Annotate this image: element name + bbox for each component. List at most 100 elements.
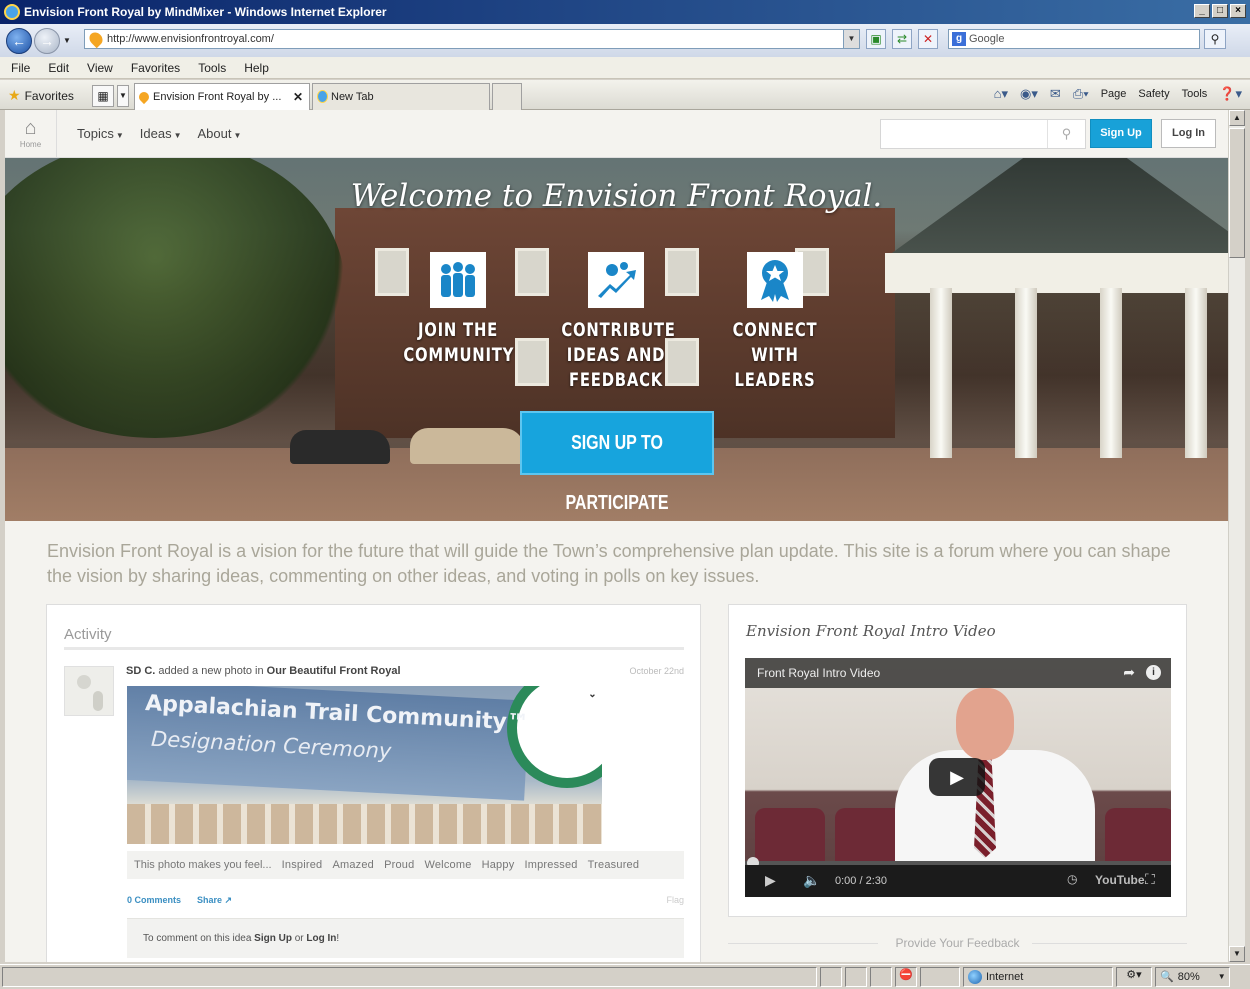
globe-icon	[968, 970, 982, 984]
feel-proud[interactable]: Proud	[384, 859, 414, 871]
favorites-label: Favorites	[24, 88, 74, 103]
activity-topic-link[interactable]: Our Beautiful Front Royal	[267, 665, 401, 677]
refresh-icon[interactable]: ⇄	[892, 29, 912, 49]
comment-prompt-text: To comment on this idea	[143, 933, 252, 944]
address-toolbar: ← → ▼ http://www.envisionfrontroyal.com/…	[0, 24, 1250, 57]
hero-car	[290, 430, 390, 464]
tab-label: Envision Front Royal by ...	[153, 91, 282, 103]
search-go-icon[interactable]: ⚲	[1204, 29, 1226, 49]
activity-user[interactable]: SD C.	[126, 665, 155, 677]
maximize-button[interactable]: □	[1212, 4, 1228, 18]
menu-favorites[interactable]: Favorites	[124, 61, 187, 75]
mail-icon[interactable]: ✉	[1050, 86, 1061, 102]
back-button[interactable]: ←	[6, 27, 32, 54]
scroll-down-icon[interactable]: ▼	[1229, 946, 1245, 962]
feel-welcome[interactable]: Welcome	[424, 859, 471, 871]
pillar-connect: CONNECT WITH LEADERS	[705, 252, 845, 393]
pin-favicon-icon	[136, 89, 152, 105]
feeds-icon[interactable]: ◉▾	[1020, 86, 1038, 102]
avatar[interactable]	[64, 666, 114, 716]
tab-envision[interactable]: Envision Front Royal by ... ✕	[134, 83, 310, 110]
flag-link[interactable]: Flag	[666, 895, 684, 905]
url-dropdown-icon[interactable]: ▼	[843, 30, 859, 48]
search-icon[interactable]: ⚲	[1047, 120, 1085, 148]
site-search-input[interactable]: ⚲	[880, 119, 1086, 149]
security-zone[interactable]: Internet	[963, 967, 1113, 987]
nav-ideas[interactable]: Ideas ▼	[140, 126, 182, 141]
signup-button[interactable]: Sign Up	[1090, 119, 1152, 148]
activity-photo[interactable]: Appalachian Trail Community™ Designation…	[127, 686, 602, 844]
compatibility-icon[interactable]: ▣	[866, 29, 886, 49]
feel-inspired[interactable]: Inspired	[282, 859, 323, 871]
video-title[interactable]: Front Royal Intro Video	[757, 666, 880, 680]
share-icon[interactable]: ➦	[1123, 664, 1135, 681]
tools-menu[interactable]: Tools	[1182, 88, 1208, 100]
share-link[interactable]: Share ↗	[197, 895, 232, 906]
menu-help[interactable]: Help	[237, 61, 276, 75]
minimize-button[interactable]: _	[1194, 4, 1210, 18]
print-icon[interactable]: ⎙▾	[1073, 86, 1089, 102]
status-cell	[870, 967, 892, 987]
forward-button[interactable]: →	[34, 27, 60, 54]
nav-topics[interactable]: Topics ▼	[77, 126, 124, 141]
menu-tools[interactable]: Tools	[191, 61, 233, 75]
url-field[interactable]: http://www.envisionfrontroyal.com/ ▼	[84, 29, 860, 49]
status-cell	[845, 967, 867, 987]
home-icon[interactable]: ⌂▾	[994, 86, 1008, 102]
help-icon[interactable]: ❓▾	[1219, 86, 1242, 102]
scrollbar-thumb[interactable]	[1229, 128, 1245, 258]
status-cell	[820, 967, 842, 987]
chevron-down-icon: ▼	[173, 131, 182, 140]
fullscreen-icon[interactable]: ⛶	[1145, 871, 1155, 888]
scroll-up-icon[interactable]: ▲	[1229, 110, 1245, 126]
comment-end: !	[336, 933, 340, 944]
info-icon[interactable]: i	[1146, 665, 1161, 680]
safety-menu[interactable]: Safety	[1138, 88, 1169, 100]
protected-mode-icon[interactable]: ⚙▾	[1116, 967, 1152, 987]
feel-treasured[interactable]: Treasured	[588, 859, 640, 871]
zoom-dropdown-icon[interactable]: ▼	[1218, 968, 1226, 986]
history-dropdown-icon[interactable]: ▼	[63, 36, 71, 45]
feel-happy[interactable]: Happy	[482, 859, 515, 871]
menu-file[interactable]: File	[4, 61, 37, 75]
tab-new[interactable]: New Tab	[312, 83, 490, 110]
zoom-level: 80%	[1177, 971, 1200, 983]
pillar-join: JOIN THE COMMUNITY	[388, 252, 528, 368]
quick-tabs-icon[interactable]: ▦	[92, 85, 114, 107]
popup-blocked-icon[interactable]: ⛔	[895, 967, 917, 987]
page-menu[interactable]: Page	[1101, 88, 1127, 100]
comments-link[interactable]: 0 Comments	[127, 895, 181, 906]
command-bar: ⌂▾ ◉▾ ✉ ⎙▾ Page Safety Tools ❓▾	[994, 86, 1242, 102]
activity-item-summary: SD C. added a new photo in Our Beautiful…	[126, 665, 401, 677]
youtube-logo[interactable]: YouTube	[1095, 873, 1145, 887]
new-tab-button[interactable]	[492, 83, 522, 110]
zoom-control[interactable]: 🔍 80% ▼	[1155, 967, 1230, 987]
menu-edit[interactable]: Edit	[41, 61, 76, 75]
chevron-down-icon[interactable]: ⌄	[583, 686, 602, 703]
menu-view[interactable]: View	[80, 61, 120, 75]
comment-signup-link[interactable]: Sign Up	[254, 933, 292, 944]
stop-icon[interactable]: ✕	[918, 29, 938, 49]
comment-login-link[interactable]: Log In	[306, 933, 336, 944]
signup-to-participate-button[interactable]: SIGN UP TO PARTICIPATE	[520, 411, 714, 514]
play-icon[interactable]: ▶	[929, 758, 985, 796]
close-button[interactable]: ×	[1230, 4, 1246, 18]
search-input[interactable]: g Google	[948, 29, 1200, 49]
page-scrollbar[interactable]: ▲ ▼	[1228, 110, 1245, 962]
feel-amazed[interactable]: Amazed	[332, 859, 374, 871]
chevron-down-icon: ▼	[233, 131, 242, 140]
watch-later-icon[interactable]: ◷	[1067, 872, 1077, 886]
nav-about[interactable]: About ▼	[198, 126, 242, 141]
feel-impressed[interactable]: Impressed	[524, 859, 577, 871]
play-icon[interactable]: ▶	[765, 872, 776, 889]
tab-close-icon[interactable]: ✕	[293, 84, 303, 110]
login-button[interactable]: Log In	[1161, 119, 1216, 148]
home-link[interactable]: ⌂ Home	[5, 110, 57, 158]
video-player[interactable]: Front Royal Intro Video ➦ i ▶ ▶ 🔈 0:00 /…	[745, 658, 1171, 897]
tab-list-dropdown-icon[interactable]: ▼	[117, 85, 129, 107]
site-nav: Topics ▼ Ideas ▼ About ▼	[77, 126, 241, 141]
volume-icon[interactable]: 🔈	[803, 872, 820, 889]
favorites-button[interactable]: ★ Favorites	[8, 87, 74, 104]
divider	[64, 647, 684, 650]
comment-or-text: or	[294, 933, 304, 944]
